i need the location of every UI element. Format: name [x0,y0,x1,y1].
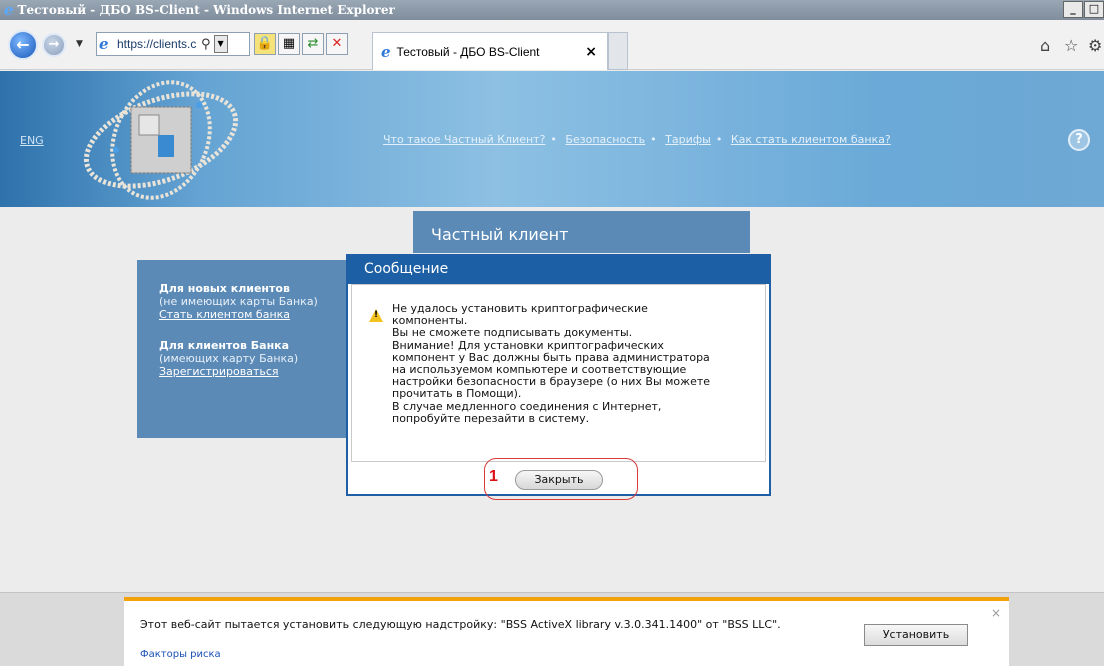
ie-logo-icon: e [4,1,14,19]
stop-icon[interactable]: ✕ [326,33,348,55]
language-link[interactable]: ENG [20,134,44,147]
annotation-highlight-1 [484,458,638,500]
site-header-banner: ENG Что такое Частный Клиент? • Безопасно… [0,71,1104,207]
menu-tariffs[interactable]: Тарифы [665,133,711,146]
menu-what-is-private-client[interactable]: Что такое Частный Клиент? [383,133,545,146]
lock-icon[interactable]: 🔒 [254,33,276,55]
tab-active[interactable]: e Тестовый - ДБО BS-Client × [372,32,608,70]
dialog-body: Не удалось установить криптографические … [351,284,766,462]
minimize-button[interactable]: _ [1063,1,1083,18]
history-dropdown-icon[interactable]: ▼ [76,39,83,49]
search-icon[interactable]: ⚲ [201,37,211,52]
addon-notification-text: Этот веб-сайт пытается установить следую… [140,618,781,631]
forward-button[interactable]: → [42,33,66,57]
addon-notification-bar: Этот веб-сайт пытается установить следую… [124,597,1009,666]
bank-logo-icon [83,80,239,200]
new-clients-heading: Для новых клиентов [159,282,290,295]
bank-clients-heading: Для клиентов Банка [159,339,290,352]
notification-close-icon[interactable]: × [991,606,1001,620]
menu-security[interactable]: Безопасность [565,133,645,146]
menu-become-client[interactable]: Как стать клиентом банка? [731,133,891,146]
warning-icon [369,309,383,322]
address-dropdown-icon[interactable]: ▼ [213,35,228,53]
risk-factors-link[interactable]: Факторы риска [140,649,221,660]
compatibility-icon[interactable]: ▦ [278,33,300,55]
navigation-bar: ← → ▼ e https://clients.c ⚲ ▼ 🔒 ▦ ⇄ ✕ e … [0,20,1104,70]
refresh-icon[interactable]: ⇄ [302,33,324,55]
tab-close-icon[interactable]: × [585,44,597,60]
tab-title: Тестовый - ДБО BS-Client [396,44,540,59]
new-clients-subtitle: (не имеющих карты Банка) [159,295,318,308]
window-titlebar: e Тестовый - ДБО BS-Client - Windows Int… [0,0,1104,20]
window-title: Тестовый - ДБО BS-Client - Windows Inter… [17,3,395,17]
install-button[interactable]: Установить [864,624,968,646]
become-client-link[interactable]: Стать клиентом банка [159,308,357,321]
maximize-button[interactable]: □ [1084,1,1104,18]
banner-menu: Что такое Частный Клиент? • Безопасность •… [383,133,891,146]
tab-ie-icon: e [381,42,391,61]
new-tab-button[interactable] [608,32,628,70]
dialog-message: Не удалось установить криптографические … [392,302,711,425]
home-icon[interactable]: ⌂ [1040,36,1050,55]
bank-clients-subtitle: (имеющих карту Банка) [159,352,299,365]
register-link[interactable]: Зарегистрироваться [159,365,357,378]
window-controls: _ □ [1062,1,1104,18]
dialog-title: Сообщение [348,256,769,284]
private-client-title: Частный клиент [413,211,750,253]
back-button[interactable]: ← [8,30,38,60]
annotation-number-1: 1 [489,468,498,485]
ie-page-icon: e [99,35,109,53]
tools-gear-icon[interactable]: ⚙ [1088,36,1102,55]
address-url[interactable]: https://clients.c [117,37,199,51]
login-options-panel: Для новых клиентов (не имеющих карты Бан… [137,260,357,438]
address-bar[interactable]: e https://clients.c ⚲ ▼ [96,32,250,56]
help-icon[interactable]: ? [1068,129,1090,151]
favorites-star-icon[interactable]: ☆ [1064,36,1078,55]
